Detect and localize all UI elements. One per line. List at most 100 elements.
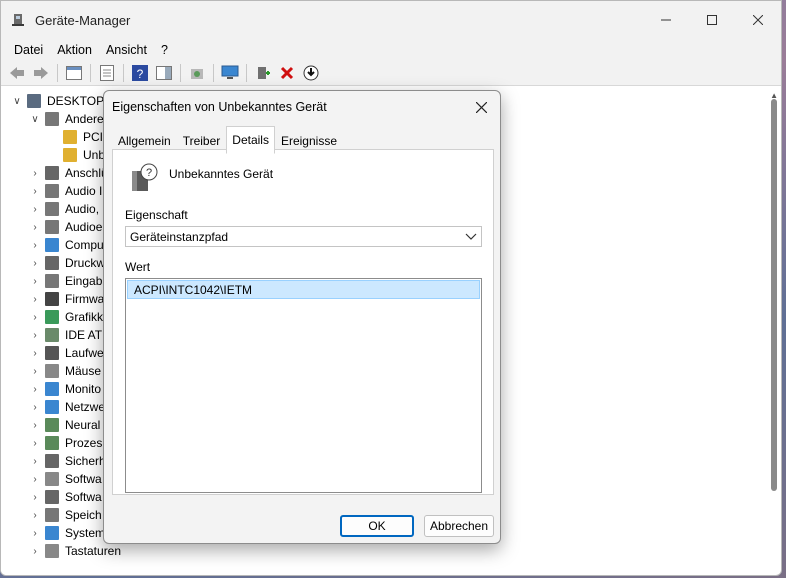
- tree-item-pci[interactable]: PCI: [59, 128, 103, 146]
- svg-text:?: ?: [146, 167, 152, 179]
- scan-hardware-button[interactable]: [220, 63, 240, 83]
- computer-icon: [27, 94, 41, 108]
- chevron-right-icon[interactable]: ›: [29, 492, 41, 503]
- dialog-close-button[interactable]: [468, 95, 494, 119]
- maximize-button[interactable]: [689, 1, 735, 39]
- chevron-right-icon[interactable]: ›: [29, 456, 41, 467]
- chevron-right-icon[interactable]: ›: [29, 528, 41, 539]
- category-icon: [45, 418, 59, 432]
- chevron-right-icon[interactable]: ›: [29, 186, 41, 197]
- chevron-right-icon[interactable]: ›: [29, 330, 41, 341]
- properties-icon: [100, 65, 114, 81]
- forward-button[interactable]: [31, 63, 51, 83]
- tree-category[interactable]: › Neural: [29, 416, 100, 434]
- vertical-scrollbar[interactable]: [771, 99, 777, 491]
- chevron-right-icon[interactable]: ›: [29, 402, 41, 413]
- chevron-down-icon[interactable]: ∨: [29, 114, 41, 125]
- tree-category[interactable]: › Netzwe: [29, 398, 105, 416]
- device-manager-icon: [12, 14, 24, 26]
- toolbar-separator: [90, 64, 91, 82]
- menu-ansicht[interactable]: Ansicht: [99, 43, 154, 57]
- tree-category[interactable]: › IDE AT: [29, 326, 102, 344]
- chevron-right-icon[interactable]: ›: [29, 276, 41, 287]
- close-icon: [475, 101, 487, 113]
- tree-category[interactable]: › Prozes: [29, 434, 102, 452]
- chevron-right-icon[interactable]: ›: [29, 510, 41, 521]
- menu-aktion[interactable]: Aktion: [50, 43, 99, 57]
- minimize-button[interactable]: [643, 1, 689, 39]
- tree-item-unknown[interactable]: Unb: [59, 146, 105, 164]
- tree-category[interactable]: › Audio,: [29, 200, 99, 218]
- menu-bar: Datei Aktion Ansicht ?: [1, 39, 781, 61]
- category-icon: [45, 238, 59, 252]
- tree-category[interactable]: › Anschlü: [29, 164, 108, 182]
- properties-button[interactable]: [97, 63, 117, 83]
- category-icon: [45, 508, 59, 522]
- window-title: Geräte-Manager: [35, 13, 131, 28]
- chevron-right-icon[interactable]: ›: [29, 222, 41, 233]
- disable-device-button[interactable]: [301, 63, 321, 83]
- chevron-right-icon[interactable]: ›: [29, 294, 41, 305]
- chevron-right-icon[interactable]: ›: [29, 438, 41, 449]
- tree-group-andere[interactable]: ∨ Andere: [29, 110, 104, 128]
- tree-category[interactable]: › Druckw: [29, 254, 105, 272]
- tree-category[interactable]: › Audio I: [29, 182, 102, 200]
- tree-category[interactable]: › System: [29, 524, 105, 542]
- list-item[interactable]: ACPI\INTC1042\IETM: [127, 280, 480, 299]
- add-device-button[interactable]: [253, 63, 273, 83]
- add-driver-icon: [258, 67, 270, 79]
- chevron-right-icon[interactable]: ›: [29, 168, 41, 179]
- category-icon: [45, 256, 59, 270]
- back-button[interactable]: [7, 63, 27, 83]
- tree-category[interactable]: › Audioe: [29, 218, 102, 236]
- chevron-right-icon[interactable]: ›: [29, 474, 41, 485]
- value-listbox[interactable]: ACPI\INTC1042\IETM: [125, 278, 482, 493]
- category-icon: [45, 454, 59, 468]
- tree-category[interactable]: › Grafikk: [29, 308, 103, 326]
- warning-icon: [63, 148, 77, 162]
- monitor-icon: [221, 65, 239, 79]
- chevron-right-icon[interactable]: ›: [29, 312, 41, 323]
- cancel-button[interactable]: Abbrechen: [424, 515, 494, 537]
- chevron-right-icon[interactable]: ›: [29, 384, 41, 395]
- category-icon: [45, 490, 59, 504]
- close-window-button[interactable]: [735, 1, 781, 39]
- tree-category[interactable]: › Firmwa: [29, 290, 104, 308]
- tree-category[interactable]: › Speich: [29, 506, 102, 524]
- tree-category[interactable]: › Sicherh: [29, 452, 106, 470]
- tree-category[interactable]: › Softwa: [29, 470, 102, 488]
- tree-category[interactable]: › Monito: [29, 380, 101, 398]
- help-button[interactable]: ?: [130, 63, 150, 83]
- chevron-right-icon[interactable]: ›: [29, 348, 41, 359]
- property-select[interactable]: Geräteinstanzpfad: [125, 226, 482, 247]
- chevron-right-icon[interactable]: ›: [29, 366, 41, 377]
- maximize-icon: [707, 15, 717, 25]
- tree-category[interactable]: › Compu: [29, 236, 104, 254]
- update-driver-button[interactable]: [187, 63, 207, 83]
- console-tree-button[interactable]: [64, 63, 84, 83]
- ok-button[interactable]: OK: [340, 515, 414, 537]
- toolbar: ?: [1, 61, 781, 86]
- category-icon: [45, 274, 59, 288]
- uninstall-button[interactable]: [277, 63, 297, 83]
- action-pane-button[interactable]: [154, 63, 174, 83]
- close-icon: [753, 15, 763, 25]
- tree-category[interactable]: › Mäuse: [29, 362, 101, 380]
- chevron-right-icon[interactable]: ›: [29, 546, 41, 557]
- chevron-right-icon[interactable]: ›: [29, 240, 41, 251]
- tree-root[interactable]: ∨ DESKTOP-: [11, 92, 108, 110]
- tree-category[interactable]: › Eingab: [29, 272, 102, 290]
- tree-category[interactable]: › Laufwe: [29, 344, 104, 362]
- help-icon: ?: [132, 65, 148, 81]
- chevron-right-icon[interactable]: ›: [29, 420, 41, 431]
- tree-category[interactable]: › Softwa: [29, 488, 102, 506]
- chevron-right-icon[interactable]: ›: [29, 258, 41, 269]
- menu-datei[interactable]: Datei: [7, 43, 50, 57]
- category-icon: [45, 220, 59, 234]
- menu-help[interactable]: ?: [154, 43, 175, 57]
- tab-details[interactable]: Details: [226, 126, 275, 154]
- tree-category[interactable]: › Tastaturen: [29, 542, 121, 560]
- chevron-right-icon[interactable]: ›: [29, 204, 41, 215]
- toolbar-separator: [180, 64, 181, 82]
- chevron-down-icon[interactable]: ∨: [11, 96, 23, 107]
